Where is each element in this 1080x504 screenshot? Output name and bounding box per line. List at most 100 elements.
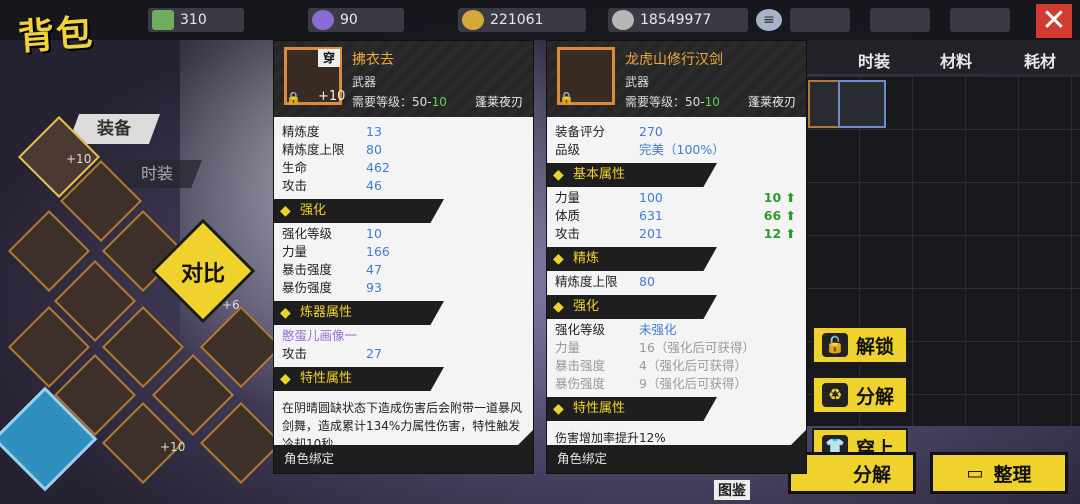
- section-refine: 精炼: [547, 247, 717, 271]
- section-strengthen: 强化: [547, 295, 717, 319]
- stat-value: 10: [366, 226, 382, 241]
- recycle-icon: ♻: [822, 383, 848, 407]
- stat-increase: 12 ⬆: [764, 225, 796, 243]
- stat-key: 强化等级: [282, 226, 333, 241]
- tab-consumables[interactable]: 耗材: [1024, 48, 1056, 72]
- increase-value: 12: [763, 226, 782, 241]
- stat-value: 201: [639, 226, 663, 241]
- item-sect: 蓬莱夜刃: [474, 95, 523, 109]
- empty-slot: [870, 8, 930, 32]
- stat-key: 暴伤强度: [282, 280, 333, 295]
- item-tooltip-selected: 🔒 龙虎山修行汉剑 武器 需要等级：50-10 蓬莱夜刃 装备评分 270 品级 完…: [546, 40, 807, 474]
- forge-name: 憨蛋儿画像一: [274, 327, 533, 345]
- tooltip-caret: [518, 429, 533, 445]
- stat-row-locked: 力量 16（强化后可获得）: [547, 339, 806, 357]
- unlock-label: 解锁: [856, 335, 895, 358]
- stat-value: 80: [366, 142, 382, 157]
- tab-materials[interactable]: 材料: [940, 48, 972, 72]
- enhance-level: +10: [318, 89, 346, 104]
- equipped-badge: 穿: [318, 49, 340, 67]
- stat-row: 强化等级 10: [274, 225, 533, 243]
- lock-icon: 🔒: [559, 91, 574, 105]
- stat-key: 生命: [282, 160, 308, 175]
- stat-row: 攻击 201 12 ⬆: [547, 225, 806, 243]
- req-high: 10: [431, 95, 447, 109]
- decompose-bottom-button[interactable]: 分解: [788, 452, 916, 494]
- item-sect: 蓬莱夜刃: [747, 95, 796, 109]
- stat-value: 未强化: [639, 322, 677, 337]
- section-strengthen: 强化: [274, 199, 444, 223]
- increase-value: 66: [763, 208, 782, 223]
- up-arrow-icon: ⬆: [785, 208, 796, 223]
- page-title: 背包: [16, 12, 96, 59]
- level-requirement: 需要等级：50-10: [625, 95, 720, 109]
- stat-value: 27: [366, 346, 382, 361]
- inventory-tabs: 时装 材料 耗材: [806, 40, 1080, 74]
- tray-icon: ▭: [966, 462, 984, 484]
- stat-row: 暴击强度 47: [274, 261, 533, 279]
- stat-value: 80: [639, 274, 655, 289]
- increase-value: 10: [763, 190, 782, 205]
- stat-row: 装备评分 270: [547, 123, 806, 141]
- stat-key: 装备评分: [555, 124, 606, 139]
- atlas-label[interactable]: 图鉴: [714, 480, 750, 500]
- stat-value: 166: [366, 244, 390, 259]
- stat-key: 暴击强度: [555, 358, 606, 373]
- menu-icon[interactable]: ≡: [756, 9, 782, 31]
- stat-value: 100: [639, 190, 663, 205]
- sort-label: 整理: [993, 463, 1032, 486]
- decompose-label: 分解: [856, 385, 895, 408]
- stat-increase: 10 ⬆: [764, 189, 796, 207]
- stat-value: 13: [366, 124, 382, 139]
- section-base: 基本属性: [547, 163, 717, 187]
- silver-coin-icon: [612, 10, 634, 30]
- stat-row: 精炼度上限 80: [547, 273, 806, 291]
- stat-row: 生命 462: [274, 159, 533, 177]
- currency-silver: 18549977: [608, 8, 748, 32]
- section-trait: 特性属性: [547, 397, 717, 421]
- enhance-level: +10: [66, 152, 92, 166]
- decompose-button[interactable]: ♻ 分解: [812, 376, 908, 414]
- tooltip-header: 穿 🔒 +10 拂衣去 武器 需要等级：50-10 蓬莱夜刃: [274, 41, 533, 117]
- forge-name-text: 憨蛋儿画像一: [282, 328, 358, 343]
- up-arrow-icon: ⬆: [785, 190, 796, 205]
- stat-key: 力量: [282, 244, 308, 259]
- stat-key: 精炼度上限: [555, 274, 618, 289]
- level-requirement: 需要等级：50-10: [352, 95, 447, 109]
- currency-value: 90: [340, 12, 358, 28]
- stat-key: 强化等级: [555, 322, 606, 337]
- sort-button[interactable]: ▭ 整理: [930, 452, 1068, 494]
- compare-label: 对比: [180, 262, 225, 287]
- stat-value: 完美（100%）: [639, 142, 725, 157]
- stat-row: 暴伤强度 93: [274, 279, 533, 297]
- stat-key: 攻击: [555, 226, 581, 241]
- tab-fashion-right[interactable]: 时装: [858, 48, 890, 72]
- stat-row: 力量 166: [274, 243, 533, 261]
- stat-row: 精炼度 13: [274, 123, 533, 141]
- enhance-level: +10: [160, 440, 186, 454]
- currency-crystal: 90: [308, 8, 404, 32]
- req-low: 50: [685, 95, 701, 109]
- close-button[interactable]: ✕: [1036, 4, 1072, 38]
- stat-row: 品级 完美（100%）: [547, 141, 806, 159]
- tooltip-header: 🔒 龙虎山修行汉剑 武器 需要等级：50-10 蓬莱夜刃: [547, 41, 806, 117]
- bind-status: 角色绑定: [547, 445, 806, 473]
- inventory-grid: [806, 76, 1080, 426]
- stat-value: 270: [639, 124, 663, 139]
- stat-key: 精炼度上限: [282, 142, 345, 157]
- gold-coin-icon: [462, 10, 484, 30]
- req-high: 10: [704, 95, 720, 109]
- stat-key: 精炼度: [282, 124, 320, 139]
- unlock-button[interactable]: 🔓 解锁: [812, 326, 908, 364]
- item-name: 龙虎山修行汉剑: [625, 52, 723, 68]
- stat-key: 力量: [555, 190, 581, 205]
- stat-row: 攻击 27: [274, 345, 533, 363]
- currency-cash: 310: [148, 8, 244, 32]
- stat-row-locked: 暴伤强度 9（强化后可获得）: [547, 375, 806, 393]
- empty-slot: [790, 8, 850, 32]
- section-forge: 炼器属性: [274, 301, 444, 325]
- item-tooltip-equipped: 穿 🔒 +10 拂衣去 武器 需要等级：50-10 蓬莱夜刃 精炼度 13 精炼度…: [273, 40, 534, 474]
- inventory-item[interactable]: [838, 80, 886, 128]
- stat-key: 攻击: [282, 346, 308, 361]
- stat-value: 631: [639, 208, 663, 223]
